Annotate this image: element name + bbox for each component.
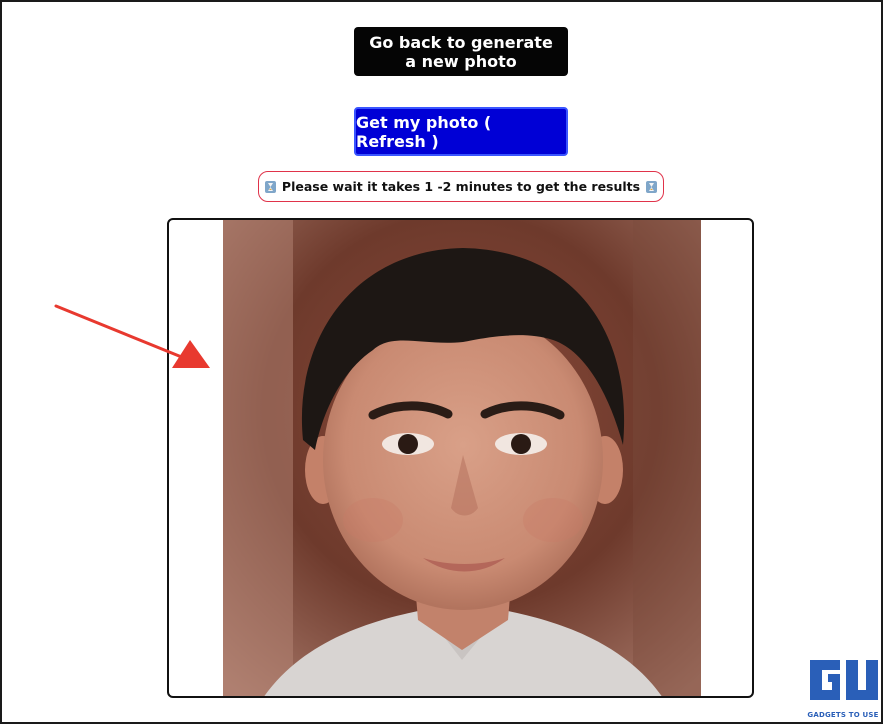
go-back-button-label: Go back to generate a new photo — [369, 32, 553, 71]
gadgets-to-use-logo-icon — [810, 660, 878, 700]
wait-notice-text: Please wait it takes 1 -2 minutes to get… — [281, 179, 641, 194]
wait-notice: Please wait it takes 1 -2 minutes to get… — [258, 171, 664, 202]
result-image-container — [167, 218, 754, 698]
gadgets-to-use-watermark: GADGETS TO USE — [806, 654, 880, 721]
go-back-button[interactable]: Go back to generate a new photo — [354, 27, 568, 76]
hourglass-icon — [264, 180, 276, 193]
arrow-icon — [54, 304, 210, 368]
get-photo-refresh-button[interactable]: Get my photo ( Refresh ) — [354, 107, 568, 156]
watermark-text: GADGETS TO USE — [807, 711, 879, 719]
hourglass-icon — [646, 180, 658, 193]
generated-portrait-image — [223, 220, 701, 696]
get-photo-button-label: Get my photo ( Refresh ) — [356, 112, 492, 151]
